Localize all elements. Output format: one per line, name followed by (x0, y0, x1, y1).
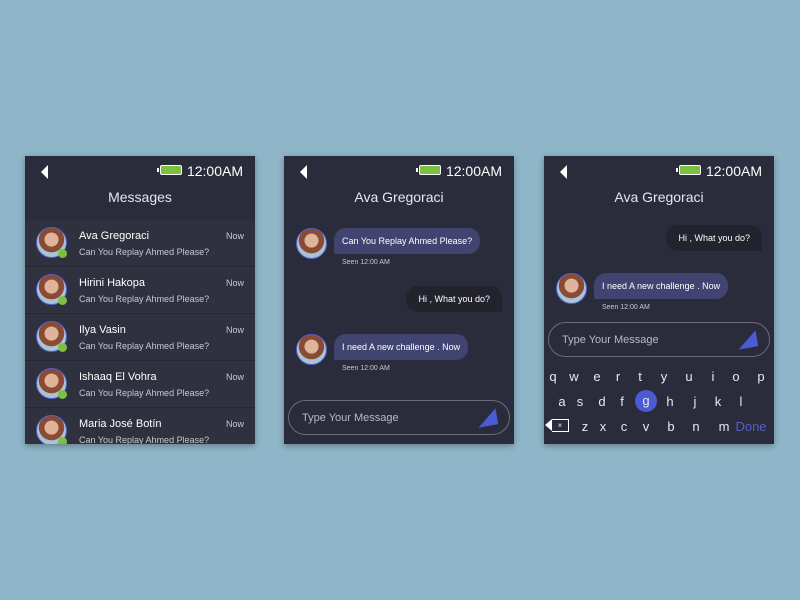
conversation-item[interactable]: Ishaaq El Vohra Can You Replay Ahmed Ple… (25, 361, 255, 408)
conversation-list: Ava Gregoraci Can You Replay Ahmed Pleas… (25, 220, 255, 444)
seen-status: Seen 12:00 AM (342, 365, 390, 372)
message-input[interactable]: Type Your Message (288, 400, 510, 435)
key-k[interactable]: k (715, 394, 722, 409)
online-indicator (58, 390, 67, 399)
online-indicator (58, 437, 67, 444)
key-s[interactable]: s (577, 394, 584, 409)
key-u[interactable]: u (685, 369, 692, 384)
seen-status: Seen 12:00 AM (602, 304, 650, 311)
contact-name: Ava Gregoraci (354, 189, 444, 205)
contact-name: Hirini Hakopa (79, 277, 146, 289)
message-preview: Can You Replay Ahmed Please? (79, 388, 210, 398)
key-x[interactable]: x (600, 419, 607, 434)
message-preview: Can You Replay Ahmed Please? (79, 341, 210, 351)
online-indicator (58, 296, 67, 305)
incoming-message: I need A new challenge . Now (594, 273, 729, 299)
key-w[interactable]: w (569, 369, 578, 384)
conversation-item[interactable]: Ava Gregoraci Can You Replay Ahmed Pleas… (25, 220, 255, 267)
contact-name: Ava Gregoraci (79, 230, 150, 242)
message-preview: Can You Replay Ahmed Please? (79, 435, 210, 444)
key-m[interactable]: m (719, 419, 730, 434)
avatar (556, 273, 587, 304)
key-b[interactable]: b (667, 419, 674, 434)
key-q[interactable]: q (549, 369, 556, 384)
backspace-key[interactable]: × (545, 419, 569, 432)
timestamp: Now (225, 231, 244, 241)
timestamp: Now (225, 325, 244, 335)
send-icon[interactable] (735, 330, 759, 350)
key-g[interactable]: g (635, 390, 657, 412)
outgoing-message: Hi , What you do? (666, 225, 762, 251)
incoming-message: I need A new challenge . Now (334, 334, 469, 360)
battery-icon (676, 165, 701, 175)
online-indicator (58, 249, 67, 258)
key-o[interactable]: o (732, 369, 739, 384)
online-indicator (58, 343, 67, 352)
page-title: Messages (108, 189, 172, 205)
messages-screen: 12:00AM Messages Ava Gregoraci Can You R… (25, 156, 255, 444)
key-v[interactable]: v (643, 419, 650, 434)
clock: 12:00AM (186, 163, 243, 179)
back-icon[interactable] (41, 165, 48, 179)
clock: 12:00AM (705, 163, 762, 179)
conversation-item[interactable]: Maria José Botín Can You Replay Ahmed Pl… (25, 408, 255, 444)
timestamp: Now (225, 419, 244, 429)
avatar (296, 228, 327, 259)
message-placeholder: Type Your Message (302, 412, 399, 424)
message-placeholder: Type Your Message (562, 334, 659, 346)
key-h[interactable]: h (666, 394, 673, 409)
key-c[interactable]: c (621, 419, 628, 434)
timestamp: Now (225, 278, 244, 288)
contact-name: Maria José Botín (79, 418, 162, 430)
incoming-message: Can You Replay Ahmed Please? (334, 228, 481, 254)
back-icon[interactable] (300, 165, 307, 179)
key-e[interactable]: e (593, 369, 600, 384)
keyboard-chat-screen: 12:00AM Ava Gregoraci Hi , What you do? … (544, 156, 774, 444)
clock: 12:00AM (445, 163, 502, 179)
timestamp: Now (225, 372, 244, 382)
battery-icon (416, 165, 441, 175)
key-j[interactable]: j (694, 394, 697, 409)
outgoing-message: Hi , What you do? (406, 286, 502, 312)
back-icon[interactable] (560, 165, 567, 179)
message-preview: Can You Replay Ahmed Please? (79, 247, 210, 257)
key-r[interactable]: r (616, 369, 620, 384)
key-y[interactable]: y (661, 369, 668, 384)
message-input[interactable]: Type Your Message (548, 322, 770, 357)
key-l[interactable]: l (740, 394, 743, 409)
battery-icon (157, 165, 182, 175)
key-i[interactable]: i (712, 369, 715, 384)
conversation-item[interactable]: Hirini Hakopa Can You Replay Ahmed Pleas… (25, 267, 255, 314)
contact-name: Ishaaq El Vohra (79, 371, 157, 383)
send-icon[interactable] (475, 408, 499, 428)
chat-screen: 12:00AM Ava Gregoraci Can You Replay Ahm… (284, 156, 514, 444)
key-n[interactable]: n (692, 419, 699, 434)
key-f[interactable]: f (620, 394, 624, 409)
message-preview: Can You Replay Ahmed Please? (79, 294, 210, 304)
contact-name: Ilya Vasin (79, 324, 126, 336)
key-a[interactable]: a (558, 394, 565, 409)
done-key[interactable]: Done (735, 419, 766, 434)
seen-status: Seen 12:00 AM (342, 259, 390, 266)
conversation-item[interactable]: Ilya Vasin Can You Replay Ahmed Please? … (25, 314, 255, 361)
key-p[interactable]: p (757, 369, 764, 384)
key-t[interactable]: t (638, 369, 642, 384)
key-z[interactable]: z (582, 419, 589, 434)
contact-name: Ava Gregoraci (614, 189, 704, 205)
avatar (296, 334, 327, 365)
key-d[interactable]: d (598, 394, 605, 409)
